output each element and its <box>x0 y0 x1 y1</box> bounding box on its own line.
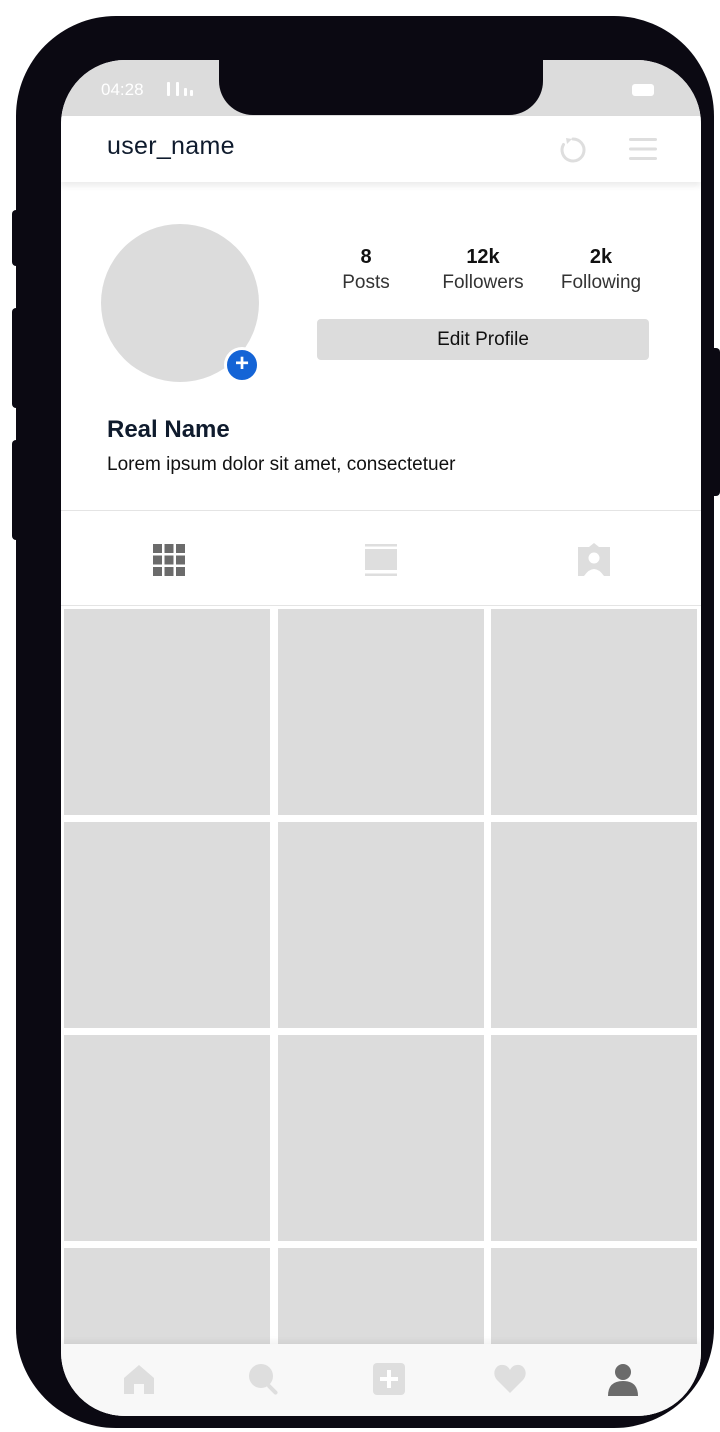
post-tile[interactable] <box>64 1035 270 1241</box>
phone-screen: 04:28 user_name + 8 Posts 12k Followers … <box>61 60 701 1416</box>
post-tile[interactable] <box>278 1035 484 1241</box>
home-icon[interactable] <box>122 1362 156 1396</box>
following-label: Following <box>560 272 642 293</box>
status-time: 04:28 <box>101 80 144 99</box>
battery-icon <box>632 84 654 96</box>
post-tile[interactable] <box>278 609 484 815</box>
profile-header: user_name <box>61 116 701 182</box>
search-icon[interactable] <box>247 1362 281 1396</box>
profile-icon[interactable] <box>606 1362 640 1396</box>
followers-count: 12k <box>466 246 500 268</box>
profile-tabs <box>61 510 701 606</box>
phone-frame: 04:28 user_name + 8 Posts 12k Followers … <box>16 16 714 1428</box>
feed-icon[interactable] <box>364 543 398 577</box>
post-tile[interactable] <box>491 1035 697 1241</box>
followers-label: Followers <box>442 272 524 293</box>
following-count: 2k <box>589 246 613 268</box>
post-tile[interactable] <box>491 609 697 815</box>
stat-posts[interactable]: 8 Posts <box>306 246 426 294</box>
notch <box>219 60 543 115</box>
menu-icon[interactable] <box>627 136 659 162</box>
username-title: user_name <box>107 132 235 160</box>
real-name: Real Name <box>107 416 230 443</box>
stat-followers[interactable]: 12k Followers <box>423 246 543 294</box>
posts-label: Posts <box>342 272 390 293</box>
bottom-nav <box>61 1344 701 1416</box>
post-tile[interactable] <box>64 609 270 815</box>
signal-icon <box>167 82 193 96</box>
bio-text: Lorem ipsum dolor sit amet, consectetuer <box>107 454 456 475</box>
post-tile[interactable] <box>491 822 697 1028</box>
grid-icon[interactable] <box>152 543 186 577</box>
stat-following[interactable]: 2k Following <box>541 246 661 294</box>
tagged-icon[interactable] <box>577 543 611 577</box>
refresh-icon[interactable] <box>557 134 589 166</box>
posts-count: 8 <box>360 246 372 268</box>
edit-profile-button[interactable]: Edit Profile <box>317 319 649 360</box>
post-tile[interactable] <box>64 822 270 1028</box>
post-tile[interactable] <box>278 822 484 1028</box>
heart-icon[interactable] <box>493 1362 527 1396</box>
add-story-button[interactable]: + <box>224 347 260 383</box>
add-post-icon[interactable] <box>372 1362 406 1396</box>
